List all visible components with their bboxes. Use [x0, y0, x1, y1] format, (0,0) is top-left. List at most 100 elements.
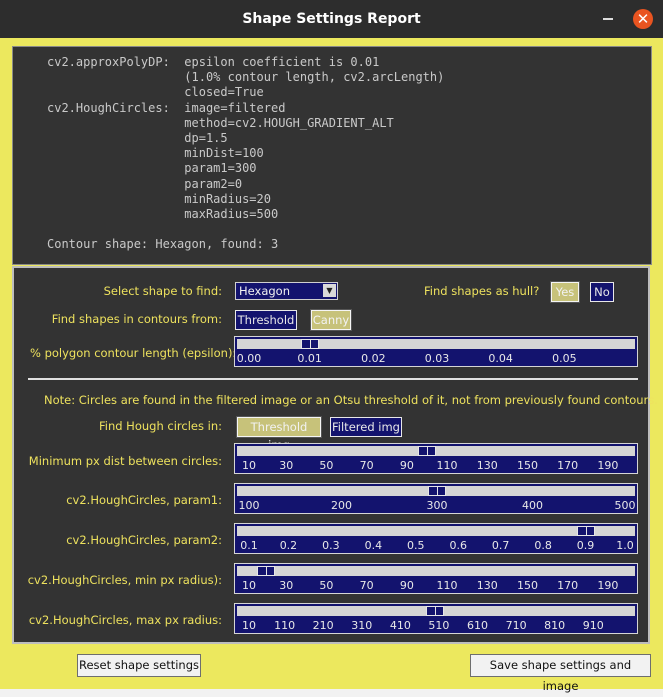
slider-tick-label: 90 — [399, 459, 414, 472]
settings-panel: Select shape to find: Hexagon ▼ Find sha… — [12, 266, 658, 644]
slider-tick-label: 500 — [614, 499, 636, 512]
report-line: minDist=100 — [47, 146, 264, 161]
slider-tick-label: 0.01 — [297, 352, 322, 365]
slider-tick-label: 100 — [238, 499, 260, 512]
slider-tick-label: 10 — [242, 579, 256, 592]
slider-tick-label: 10 — [242, 459, 256, 472]
hull-no-button[interactable]: No — [590, 282, 614, 302]
slider-tick-label: 310 — [351, 619, 373, 632]
report-line: maxRadius=500 — [47, 207, 279, 222]
shape-select[interactable]: Hexagon ▼ — [235, 282, 338, 300]
slider-tick-label: 50 — [319, 459, 334, 472]
param2-label: cv2.HoughCircles, param2: — [66, 533, 222, 547]
report-line: cv2.approxPolyDP: epsilon coefficient is… — [47, 55, 380, 69]
report-line: param1=300 — [47, 161, 257, 176]
slider-tick-label: 0.1 — [240, 539, 258, 552]
report-line: (1.0% contour length, cv2.arcLength) — [47, 70, 445, 85]
minimize-icon[interactable] — [603, 18, 613, 20]
max-radius-label: cv2.HoughCircles, max px radius: — [28, 613, 222, 627]
slider-tick-label: 170 — [557, 579, 579, 592]
epsilon-label: % polygon contour length (epsilon): — [30, 346, 237, 360]
slider-tick-label: 610 — [467, 619, 488, 632]
max-radius-slider[interactable]: 10 110 210 310 410 510 610 710 810 910 — [234, 603, 638, 634]
window-title: Shape Settings Report — [242, 11, 421, 27]
slider-tick-label: 130 — [476, 459, 498, 472]
slider-tick-label: 400 — [522, 499, 543, 512]
slider-tick-label: 110 — [436, 459, 458, 472]
report-line: cv2.HoughCircles: image=filtered — [47, 100, 286, 115]
window-frame: cv2.approxPolyDP: epsilon coefficient is… — [0, 38, 663, 693]
min-dist-label: Minimum px dist between circles: — [28, 454, 222, 468]
min-radius-label: cv2.HoughCircles, min px radius): — [27, 573, 222, 587]
close-icon[interactable]: ✕ — [633, 9, 653, 29]
slider-tick-label: 70 — [359, 459, 374, 472]
slider-tick-label: 200 — [331, 499, 352, 512]
slider-tick-label: 210 — [312, 619, 334, 632]
slider-tick-label: 130 — [476, 579, 498, 592]
slider-tick-label: 0.3 — [322, 539, 340, 552]
slider-trough[interactable] — [237, 446, 635, 456]
report-line: dp=1.5 — [47, 131, 228, 146]
slider-tick-label: 10 — [242, 619, 256, 632]
slider-tick-label: 0.4 — [364, 539, 383, 552]
slider-tick-label: 0.00 — [236, 352, 262, 365]
slider-thumb[interactable] — [417, 446, 436, 456]
slider-tick-label: 30 — [279, 579, 294, 592]
shape-select-value: Hexagon — [239, 284, 290, 298]
hough-in-label: Find Hough circles in: — [98, 419, 222, 433]
slider-tick-label: 0.05 — [552, 352, 577, 365]
slider-tick-label: 150 — [516, 459, 538, 472]
hough-filtered-img-button[interactable]: Filtered img — [330, 417, 402, 437]
param1-slider[interactable]: 100 200 300 400 500 — [234, 483, 638, 514]
slider-thumb[interactable] — [257, 566, 276, 576]
slider-tick-label: 190 — [597, 459, 619, 472]
slider-tick-label: 810 — [544, 619, 566, 632]
slider-tick-label: 190 — [597, 579, 619, 592]
slider-thumb[interactable] — [576, 526, 595, 536]
select-shape-label: Select shape to find: — [103, 284, 222, 298]
slider-tick-label: 50 — [319, 579, 334, 592]
slider-tick-label: 0.8 — [534, 539, 552, 552]
param2-slider[interactable]: 0.1 0.2 0.3 0.4 0.5 0.6 0.7 0.8 0.9 1.0 — [234, 523, 638, 554]
report-text: cv2.approxPolyDP: epsilon coefficient is… — [47, 55, 444, 253]
slider-tick-label: 0.03 — [424, 352, 450, 365]
slider-tick-label: 410 — [389, 619, 411, 632]
slider-trough[interactable] — [237, 526, 635, 536]
title-bar: Shape Settings Report ✕ — [0, 0, 663, 38]
slider-tick-label: 0.5 — [407, 539, 425, 552]
slider-tick-label: 70 — [359, 579, 374, 592]
param1-label: cv2.HoughCircles, param1: — [66, 493, 222, 507]
contours-threshold-button[interactable]: Threshold — [235, 310, 297, 330]
epsilon-slider[interactable]: 0.00 0.01 0.02 0.03 0.04 0.05 — [234, 336, 638, 367]
hull-yes-button[interactable]: Yes — [550, 281, 580, 303]
slider-tick-label: 300 — [426, 499, 448, 512]
report-line: param2=0 — [47, 176, 243, 191]
report-line: closed=True — [47, 85, 264, 100]
slider-tick-label: 0.7 — [491, 539, 510, 552]
slider-tick-label: 110 — [274, 619, 296, 632]
slider-tick-label: 1.0 — [616, 539, 634, 552]
slider-tick-label: 30 — [279, 459, 294, 472]
slider-tick-label: 0.6 — [449, 539, 467, 552]
slider-trough[interactable] — [237, 339, 635, 349]
slider-thumb[interactable] — [428, 486, 446, 496]
slider-tick-label: 0.02 — [361, 352, 386, 365]
reset-settings-button[interactable]: Reset shape settings — [77, 654, 201, 677]
slider-tick-label: 0.2 — [279, 539, 298, 552]
slider-thumb[interactable] — [300, 339, 319, 349]
slider-tick-label: 910 — [582, 619, 604, 632]
slider-tick-label: 0.9 — [576, 539, 595, 552]
slider-thumb[interactable] — [426, 606, 445, 616]
min-dist-slider[interactable]: 10 30 50 70 90 110 130 150 170 190 — [234, 443, 638, 474]
hough-threshold-img-button[interactable]: Threshold img — [236, 416, 322, 452]
contours-canny-button[interactable]: Canny — [310, 309, 352, 331]
save-settings-button[interactable]: Save shape settings and image — [470, 654, 651, 693]
slider-trough[interactable] — [237, 566, 635, 576]
slider-tick-label: 170 — [557, 459, 579, 472]
hough-note: Note: Circles are found in the filtered … — [44, 393, 658, 407]
slider-tick-label: 510 — [428, 619, 450, 632]
min-radius-slider[interactable]: 10 30 50 70 90 110 130 150 170 190 — [234, 563, 638, 594]
contours-from-label: Find shapes in contours from: — [51, 312, 222, 326]
chevron-down-icon[interactable]: ▼ — [323, 284, 336, 297]
slider-tick-label: 710 — [505, 619, 527, 632]
